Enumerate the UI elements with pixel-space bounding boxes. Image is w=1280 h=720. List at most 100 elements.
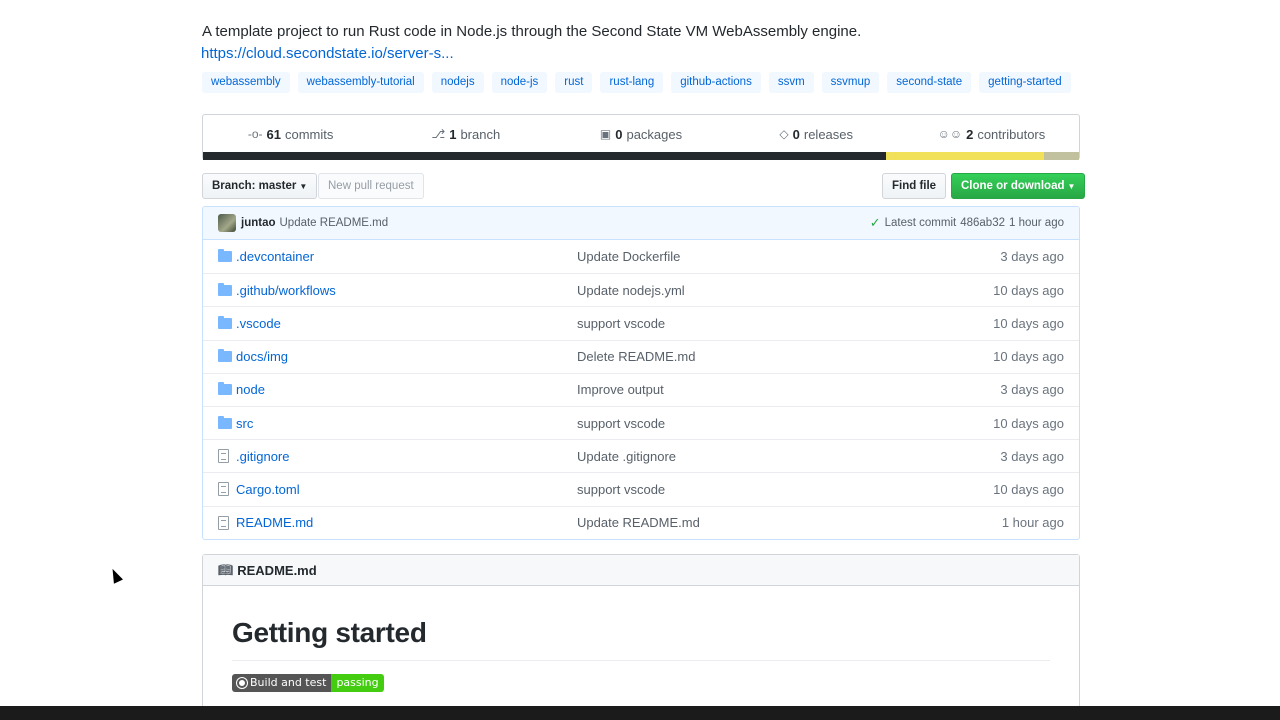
file-commit-message[interactable]: Update nodejs.yml [577,283,993,298]
readme-header: 📖︎ README.md [203,555,1079,586]
find-file-button[interactable]: Find file [882,173,947,199]
file-name-link[interactable]: .gitignore [236,449,577,464]
table-row: Cargo.toml support vscode 10 days ago [203,472,1079,505]
branches-count: 1 [449,126,457,142]
file-commit-message[interactable]: Improve output [577,382,1000,397]
commits-link[interactable]: -o- 61 commits [203,127,378,142]
file-commit-message[interactable]: Update Dockerfile [577,249,1000,264]
file-commit-message[interactable]: Update .gitignore [577,449,1000,464]
file-commit-message[interactable]: support vscode [577,316,993,331]
topic-tag[interactable]: webassembly-tutorial [297,72,424,93]
topics-list: webassembly webassembly-tutorial nodejs nod… [202,72,1071,93]
people-icon: ☺☺ [937,127,963,141]
topic-tag[interactable]: rust-lang [600,72,664,93]
commit-age: 1 hour ago [1009,217,1064,229]
topic-tag[interactable]: second-state [887,72,972,93]
folder-icon [218,315,236,329]
table-row: node Improve output 3 days ago [203,372,1079,406]
readme-box: 📖︎ README.md Getting started Build and t… [202,554,1080,714]
contributors-link[interactable]: ☺☺ 2 contributors [904,127,1079,142]
repo-homepage-link[interactable]: https://cloud.secondstate.io/server-s... [201,45,454,62]
file-age: 3 days ago [1000,249,1064,265]
clone-download-button[interactable]: Clone or download ▼ [951,173,1086,199]
topic-tag[interactable]: getting-started [979,72,1071,93]
heading-divider [232,660,1050,661]
badge-left-label: Build and test [250,676,327,689]
file-name-link[interactable]: docs/img [236,349,577,364]
commit-icon: -o- [247,127,263,141]
file-name-link[interactable]: Cargo.toml [236,482,577,497]
file-commit-message[interactable]: Delete README.md [577,349,993,364]
table-row: .devcontainer Update Dockerfile 3 days ago [203,240,1079,273]
file-age: 3 days ago [1000,448,1064,464]
package-icon: ▣ [599,127,612,141]
caret-down-icon: ▼ [299,182,308,191]
new-pull-request-button[interactable]: New pull request [318,173,424,199]
packages-link[interactable]: ▣ 0 packages [553,127,728,142]
file-commit-message[interactable]: support vscode [577,482,993,497]
releases-link[interactable]: ◇ 0 releases [729,127,904,142]
check-icon: ✓ [869,215,881,230]
file-icon [218,482,236,497]
commit-message[interactable]: Update README.md [280,217,389,229]
file-icon [218,449,236,464]
branch-select-label: Branch: master [212,180,297,192]
mouse-cursor [108,566,123,584]
bottom-bar [0,706,1280,720]
github-icon [237,678,247,688]
branches-label: branch [460,126,501,142]
contributors-count: 2 [966,126,974,142]
language-bar[interactable] [203,152,1079,160]
branch-select-button[interactable]: Branch: master ▼ [202,173,318,199]
latest-commit-prefix: Latest commit [884,217,957,229]
table-row: .gitignore Update .gitignore 3 days ago [203,439,1079,472]
file-name-link[interactable]: .vscode [236,316,577,331]
topic-tag[interactable]: node-js [491,72,548,93]
table-row: docs/img Delete README.md 10 days ago [203,339,1079,373]
packages-label: packages [626,126,683,142]
folder-icon [218,249,236,263]
caret-down-icon: ▼ [1067,182,1076,191]
readme-heading: Getting started [232,617,427,648]
topic-tag[interactable]: rust [555,72,593,93]
file-age: 10 days ago [993,415,1064,431]
avatar[interactable] [218,214,236,232]
file-age: 10 days ago [993,282,1064,298]
file-name-link[interactable]: README.md [236,515,577,530]
releases-label: releases [803,126,854,142]
language-segment[interactable] [1043,152,1079,160]
clone-download-label: Clone or download [961,180,1065,192]
topic-tag[interactable]: github-actions [671,72,761,93]
file-age: 10 days ago [993,349,1064,365]
file-age: 10 days ago [993,315,1064,331]
table-row: .github/workflows Update nodejs.yml 10 day… [203,273,1079,306]
topic-tag[interactable]: ssvmup [821,72,880,93]
language-segment[interactable] [886,152,1044,160]
commits-count: 61 [266,126,281,142]
file-name-link[interactable]: node [236,382,577,397]
table-row: src support vscode 10 days ago [203,405,1079,439]
contributors-label: contributors [977,126,1046,142]
folder-icon [218,382,236,396]
file-commit-message[interactable]: support vscode [577,416,993,431]
commit-author[interactable]: juntao [241,217,276,229]
releases-count: 0 [792,126,800,142]
file-name-link[interactable]: src [236,416,577,431]
commit-sha[interactable]: 486ab32 [960,217,1005,229]
readme-filename: README.md [237,562,317,578]
topic-tag[interactable]: ssvm [768,72,814,93]
language-segment[interactable] [203,152,887,160]
build-status-badge[interactable]: Build and test passing [232,674,384,692]
topic-tag[interactable]: nodejs [431,72,484,93]
folder-icon [218,349,236,363]
file-name-link[interactable]: .devcontainer [236,249,577,264]
folder-icon [218,282,236,296]
latest-commit-bar: juntao Update README.md ✓ Latest commit … [203,207,1079,240]
file-commit-message[interactable]: Update README.md [577,515,1002,530]
branches-link[interactable]: ⎇ 1 branch [378,127,553,142]
badge-left: Build and test [232,674,332,692]
topic-tag[interactable]: webassembly [202,72,290,93]
packages-count: 0 [615,126,623,142]
file-age: 3 days ago [1000,382,1064,398]
file-name-link[interactable]: .github/workflows [236,283,577,298]
